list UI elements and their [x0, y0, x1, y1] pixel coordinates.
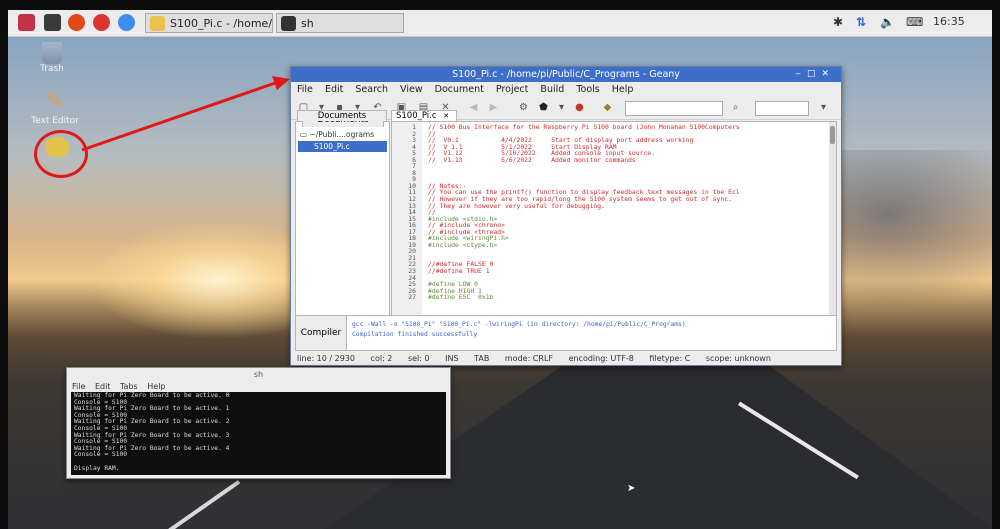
- terminal-line: Waiting for Pi Zero Board to be active. …: [74, 444, 230, 452]
- menu-build[interactable]: Build: [540, 84, 564, 95]
- search-input[interactable]: [625, 101, 723, 116]
- folder-icon: ▭: [300, 130, 308, 139]
- status-filetype: filetype: C: [649, 354, 691, 363]
- code-text: #include <ctype.h>: [428, 240, 498, 249]
- window-title: S100_Pi.c - /home/pi/Public/C_Programs -…: [452, 69, 680, 80]
- search-icon[interactable]: ⌕: [729, 101, 742, 114]
- sidebar-item-file[interactable]: S100_Pi.c: [298, 141, 387, 152]
- status-line: line: 10 / 2930: [297, 354, 355, 363]
- window-title: sh: [253, 370, 264, 379]
- tab-close-icon[interactable]: ✕: [443, 112, 449, 120]
- tab-documents[interactable]: Documents: [297, 110, 387, 121]
- tab-editor-file[interactable]: S100_Pi.c ✕: [391, 110, 457, 121]
- menu-help[interactable]: Help: [147, 382, 165, 391]
- terminal-line: Console = S100: [74, 451, 128, 459]
- execute-icon[interactable]: ●: [573, 101, 586, 114]
- terminal-window: sh File Edit Tabs Help Waiting for Pi Ze…: [66, 367, 451, 479]
- menu-tools[interactable]: Tools: [576, 84, 599, 95]
- terminal-line: Waiting for Pi Zero Board to be active. …: [74, 392, 230, 399]
- terminal-line: Display RAM.: [74, 464, 120, 472]
- line-number: 27: [408, 293, 416, 302]
- sidebar-folder[interactable]: ▭ ~/Publi....ograms: [296, 130, 389, 139]
- menu-file[interactable]: File: [72, 382, 85, 391]
- menu-view[interactable]: View: [400, 84, 423, 95]
- menu-project[interactable]: Project: [496, 84, 529, 95]
- compiler-result: Compilation finished successfully: [352, 331, 478, 338]
- sidebar-item-label: S100_Pi.c: [314, 142, 350, 151]
- tab-compiler[interactable]: Compiler: [296, 316, 347, 350]
- code-text: #define ESC 0x1b: [428, 293, 494, 302]
- code-text: // S100 Bus Interface for the Raspberry …: [428, 123, 740, 131]
- status-col: col: 2: [370, 354, 393, 363]
- menu-document[interactable]: Document: [435, 84, 484, 95]
- terminal-line: Waiting for Pi Zero Board to be active. …: [74, 431, 230, 439]
- code-text: //#define TRUE 1: [428, 267, 490, 276]
- toolbar-more-chevron-icon[interactable]: ▾: [817, 101, 830, 114]
- status-bar: line: 10 / 2930 col: 2 sel: 0 INS TAB mo…: [297, 354, 784, 363]
- code-text: // They are however very useful for debu…: [428, 201, 605, 210]
- status-sel: sel: 0: [407, 354, 430, 363]
- sidebar-tab-label: Documents: [317, 111, 367, 121]
- code-text: // V1.13 6/6/2022 Added monitor commands: [428, 155, 636, 164]
- back-icon[interactable]: ◀: [467, 101, 480, 114]
- status-scope: scope: unknown: [705, 354, 771, 363]
- compiler-command: gcc -Wall -o "S100_Pi" "S100_Pi.c" -lwir…: [352, 321, 686, 328]
- editor-tab-label: S100_Pi.c: [396, 111, 437, 121]
- compiler-tab-label: Compiler: [300, 328, 342, 338]
- menu-edit[interactable]: Edit: [325, 84, 343, 95]
- menu-file[interactable]: File: [297, 84, 313, 95]
- geany-window: S100_Pi.c - /home/pi/Public/C_Programs -…: [290, 66, 842, 366]
- status-ins: INS: [445, 354, 459, 363]
- build-menu-chevron-icon[interactable]: ▾: [555, 101, 568, 114]
- menu-bar: File Edit Tabs Help: [67, 381, 450, 392]
- menu-edit[interactable]: Edit: [95, 382, 111, 391]
- code-line[interactable]: 27 #define ESC 0x1b: [392, 294, 828, 301]
- status-mode: mode: CRLF: [504, 354, 554, 363]
- terminal-line: Waiting for Pi Zero Board to be active. …: [74, 405, 230, 413]
- window-titlebar[interactable]: sh: [67, 368, 450, 381]
- mouse-cursor-icon: ➤: [627, 483, 636, 494]
- menu-help[interactable]: Help: [612, 84, 634, 95]
- menu-search[interactable]: Search: [355, 84, 388, 95]
- menu-tabs[interactable]: Tabs: [120, 382, 138, 391]
- code-area[interactable]: 1// S100 Bus Interface for the Raspberry…: [392, 124, 828, 301]
- color-chooser-icon[interactable]: ◆: [601, 101, 614, 114]
- goto-line-input[interactable]: [755, 101, 809, 116]
- forward-icon[interactable]: ▶: [487, 101, 500, 114]
- terminal-line: Waiting for Pi Zero Board to be active. …: [74, 418, 230, 426]
- sidebar-folder-label: ~/Publi....ograms: [309, 130, 375, 139]
- window-controls[interactable]: ‒□✕: [795, 67, 835, 82]
- window-titlebar[interactable]: S100_Pi.c - /home/pi/Public/C_Programs -…: [291, 67, 841, 82]
- scrollbar-thumb[interactable]: [830, 126, 835, 144]
- status-tab: TAB: [474, 354, 490, 363]
- compile-icon[interactable]: ⚙: [517, 101, 530, 114]
- message-pane: Compiler gcc -Wall -o "S100_Pi" "S100_Pi…: [295, 315, 837, 351]
- build-icon[interactable]: ⬟: [537, 101, 550, 114]
- status-encoding: encoding: UTF-8: [568, 354, 634, 363]
- terminal-output[interactable]: Waiting for Pi Zero Board to be active. …: [71, 392, 446, 475]
- menu-bar: File Edit Search View Document Project B…: [291, 82, 841, 97]
